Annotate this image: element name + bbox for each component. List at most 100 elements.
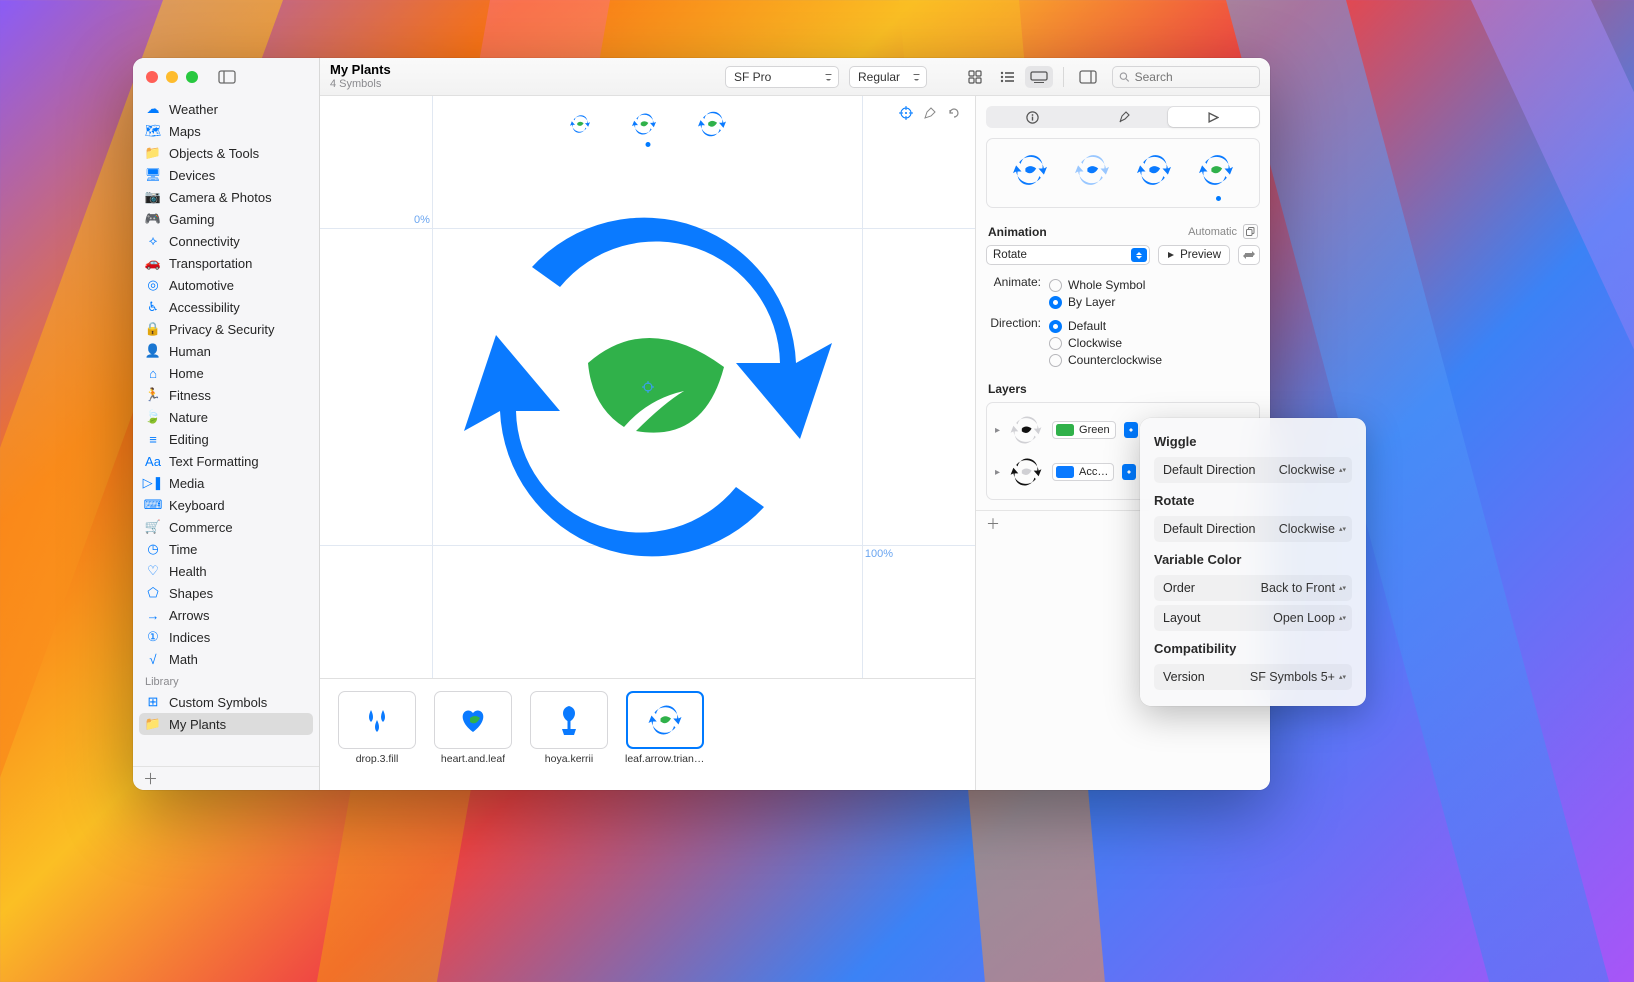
sidebar-item-human[interactable]: 👤Human <box>133 340 319 362</box>
sidebar-item-media[interactable]: ▷❚Media <box>133 472 319 494</box>
animation-type-select[interactable]: Rotate <box>986 245 1150 265</box>
animate-bylayer-option[interactable]: By Layer <box>1049 295 1145 309</box>
close-button[interactable] <box>146 71 158 83</box>
sidebar-item-label: Text Formatting <box>169 454 259 469</box>
sidebar-item-fitness[interactable]: 🏃Fitness <box>133 384 319 406</box>
sidebar-item-label: Connectivity <box>169 234 240 249</box>
sidebar-item-health[interactable]: ♡Health <box>133 560 319 582</box>
weight-picker[interactable]: Regular <box>849 66 927 88</box>
sidebar-item-time[interactable]: ◷Time <box>133 538 319 560</box>
popover-section-header: Wiggle <box>1154 434 1352 449</box>
sidebar-item-label: Camera & Photos <box>169 190 272 205</box>
sidebar-toggle-button[interactable] <box>214 67 240 87</box>
sidebar-item-editing[interactable]: ≡Editing <box>133 428 319 450</box>
library-item-my-plants[interactable]: 📁 My Plants <box>139 713 313 735</box>
grid-view-button[interactable] <box>961 66 989 88</box>
chip-stepper-icon[interactable] <box>1122 464 1136 480</box>
sidebar-item-maps[interactable]: 🗺Maps <box>133 120 319 142</box>
add-collection-button[interactable]: ＋ <box>143 768 158 789</box>
animation-header: Animation <box>988 225 1047 239</box>
sidebar-item-devices[interactable]: 🖥Devices <box>133 164 319 186</box>
sidebar-item-objects-tools[interactable]: 📁Objects & Tools <box>133 142 319 164</box>
pen-tool-icon[interactable] <box>923 106 937 120</box>
sidebar-item-label: My Plants <box>169 717 226 732</box>
library-section-header: Library <box>133 670 319 691</box>
map-icon: 🗺 <box>145 123 161 139</box>
gallery-item[interactable]: drop.3.fill <box>336 691 418 765</box>
gallery-thumb <box>530 691 608 749</box>
sidebar-item-keyboard[interactable]: ⌨Keyboard <box>133 494 319 516</box>
sidebar-item-arrows[interactable]: →Arrows <box>133 604 319 626</box>
sidebar-item-automotive[interactable]: ◎Automotive <box>133 274 319 296</box>
list-view-button[interactable] <box>993 66 1021 88</box>
canvas[interactable]: 0% 100% <box>320 96 975 678</box>
repeat-button[interactable] <box>1238 245 1260 265</box>
direction-default-option[interactable]: Default <box>1049 319 1162 333</box>
rotate-tool-icon[interactable] <box>947 106 961 120</box>
sidebar-item-home[interactable]: ⌂Home <box>133 362 319 384</box>
sidebar-item-privacy-security[interactable]: 🔒Privacy & Security <box>133 318 319 340</box>
animate-whole-option[interactable]: Whole Symbol <box>1049 278 1145 292</box>
minimize-button[interactable] <box>166 71 178 83</box>
figure-icon: 🏃 <box>145 387 161 403</box>
add-layer-button[interactable]: ＋ <box>986 514 1000 534</box>
sidebar-item-camera-photos[interactable]: 📷 Camera & Photos <box>133 186 319 208</box>
gallery-label: heart.and.leaf <box>441 753 505 765</box>
sidebar-item-shapes[interactable]: ⬠Shapes <box>133 582 319 604</box>
inspector-toggle-button[interactable] <box>1074 66 1102 88</box>
sidebar-item-connectivity[interactable]: ⟡ Connectivity <box>133 230 319 252</box>
toolbar: My Plants 4 Symbols SF Pro Regular <box>320 58 1270 96</box>
sidebar-item-commerce[interactable]: 🛒Commerce <box>133 516 319 538</box>
font-picker[interactable]: SF Pro <box>725 66 839 88</box>
info-tab[interactable] <box>987 107 1078 127</box>
sidebar-item-label: Indices <box>169 630 210 645</box>
main: My Plants 4 Symbols SF Pro Regular <box>320 58 1270 790</box>
zoom-button[interactable] <box>186 71 198 83</box>
preview-palette-icon <box>1137 153 1171 187</box>
camera-icon: 📷 <box>145 189 161 205</box>
gamecontroller-icon: 🎮 <box>145 211 161 227</box>
sidebar-item-weather[interactable]: ☁︎Weather <box>133 98 319 120</box>
popover-row[interactable]: Default DirectionClockwise▴▾ <box>1154 457 1352 483</box>
preview-button[interactable]: Preview <box>1158 245 1230 265</box>
gallery-view-button[interactable] <box>1025 66 1053 88</box>
copy-settings-icon[interactable] <box>1243 224 1258 239</box>
sidebar-item-gaming[interactable]: 🎮Gaming <box>133 208 319 230</box>
antenna-icon: ⟡ <box>145 233 161 249</box>
sidebar-item-math[interactable]: √Math <box>133 648 319 670</box>
animation-tab[interactable] <box>1168 107 1259 127</box>
layer-color-chip[interactable]: Green <box>1052 421 1116 439</box>
gallery: drop.3.fill heart.and.leaf hoya.kerriileaf… <box>320 678 975 790</box>
direction-cw-option[interactable]: Clockwise <box>1049 336 1162 350</box>
paint-tab[interactable] <box>1078 107 1169 127</box>
sidebar-item-accessibility[interactable]: ♿︎Accessibility <box>133 296 319 318</box>
popover-row[interactable]: VersionSF Symbols 5+▴▾ <box>1154 664 1352 690</box>
sidebar-footer: ＋ <box>133 766 319 790</box>
sidebar-item-label: Editing <box>169 432 209 447</box>
disclosure-icon[interactable]: ▸ <box>995 425 1000 436</box>
sidebar-item-indices[interactable]: ①Indices <box>133 626 319 648</box>
layer-color-chip[interactable]: Acc… <box>1052 463 1114 481</box>
disclosure-icon[interactable]: ▸ <box>995 467 1000 478</box>
popover-row[interactable]: OrderBack to Front▴▾ <box>1154 575 1352 601</box>
direction-ccw-option[interactable]: Counterclockwise <box>1049 353 1162 367</box>
gallery-item[interactable]: hoya.kerrii <box>528 691 610 765</box>
gallery-item[interactable]: heart.and.leaf <box>432 691 514 765</box>
anchor-tool-icon[interactable] <box>899 106 913 120</box>
keyboard-icon: ⌨ <box>145 497 161 513</box>
gallery-item[interactable]: leaf.arrow.trianglehead.2.clo… <box>624 691 706 765</box>
search-field[interactable] <box>1112 66 1260 88</box>
weight-large-icon <box>698 110 726 138</box>
sidebar-item-text-formatting[interactable]: AaText Formatting <box>133 450 319 472</box>
person-icon: 👤 <box>145 343 161 359</box>
popover-row-value: Back to Front▴▾ <box>1261 581 1346 595</box>
gallery-label: drop.3.fill <box>356 753 399 765</box>
popover-row[interactable]: Default DirectionClockwise▴▾ <box>1154 516 1352 542</box>
sidebar-item-transportation[interactable]: 🚗Transportation <box>133 252 319 274</box>
chip-stepper-icon[interactable] <box>1124 422 1138 438</box>
folder-icon: 📁 <box>145 716 161 732</box>
search-input[interactable] <box>1135 70 1253 84</box>
popover-row[interactable]: LayoutOpen Loop▴▾ <box>1154 605 1352 631</box>
library-item-custom-symbols[interactable]: ⊞Custom Symbols <box>133 691 319 713</box>
sidebar-item-nature[interactable]: 🍃Nature <box>133 406 319 428</box>
